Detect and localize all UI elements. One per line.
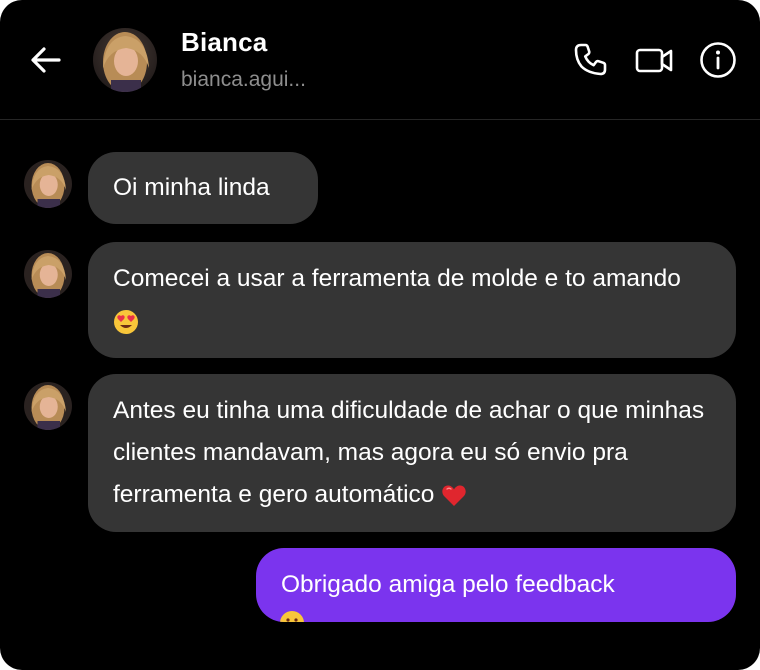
audio-call-button[interactable] (568, 38, 612, 82)
contact-name[interactable]: Bianca (181, 27, 267, 58)
outgoing-message[interactable]: Obrigado amiga pelo feedback (256, 548, 736, 622)
video-call-button[interactable] (632, 38, 676, 82)
sender-avatar[interactable] (24, 160, 72, 208)
info-icon (700, 42, 736, 78)
message-text: Antes eu tinha uma dificuldade de achar … (113, 397, 705, 508)
arrow-left-icon (31, 47, 61, 73)
direct-message-window: Bianca bianca.agui... Oi minha linda Com… (0, 0, 760, 670)
smile-emoji-icon (280, 611, 304, 622)
phone-icon (574, 43, 607, 76)
incoming-message[interactable]: Antes eu tinha uma dificuldade de achar … (88, 374, 736, 532)
message-text: Oi minha linda (113, 174, 270, 201)
conversation-info-button[interactable] (696, 38, 740, 82)
red-heart-emoji-icon (442, 485, 466, 506)
header-actions (568, 38, 740, 82)
contact-avatar[interactable] (93, 28, 157, 92)
sender-avatar[interactable] (24, 250, 72, 298)
video-camera-icon (635, 48, 673, 73)
heart-eyes-emoji-icon (114, 309, 138, 334)
sender-avatar[interactable] (24, 382, 72, 430)
message-text: Comecei a usar a ferramenta de molde e t… (113, 265, 681, 292)
message-text: Obrigado amiga pelo feedback (281, 571, 615, 598)
incoming-message[interactable]: Oi minha linda (88, 152, 318, 224)
contact-username[interactable]: bianca.agui... (181, 68, 306, 92)
back-button[interactable] (24, 40, 68, 80)
chat-header: Bianca bianca.agui... (0, 0, 760, 120)
incoming-message[interactable]: Comecei a usar a ferramenta de molde e t… (88, 242, 736, 358)
message-thread: Oi minha linda Comecei a usar a ferramen… (0, 120, 760, 622)
